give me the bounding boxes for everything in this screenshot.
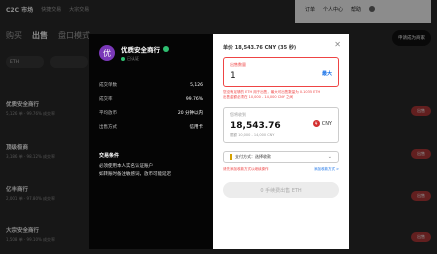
stat-label: 出售方式 [99,125,117,130]
terms-line: 必须使用本人实名认证账户 [99,164,153,169]
trade-terms: 交易条件 必须使用本人实名认证账户 如转账时备注敏感词，放币可能延迟 [99,152,203,177]
stat-value: 信用卡 [189,125,204,130]
sell-modal: 优 优质安全商行 已认证 成交单数 5,126 成交率 99.76% 平均放币 20 … [89,34,349,249]
currency: ¥ CNY [312,120,332,128]
merchant-stats: 成交单数 5,126 成交率 99.76% 平均放币 20 分钟以内 出售方式 信用卡 [99,78,203,134]
cny-icon: ¥ [312,120,320,128]
currency-label: CNY [321,120,332,127]
unit-price: 单价 18,543.76 CNY (35 秒) [223,45,297,51]
merchant-panel: 优 优质安全商行 已认证 成交单数 5,126 成交率 99.76% 平均放币 20 … [89,34,213,249]
check-icon [121,57,125,61]
payment-label: 支付方式：选择收款 [235,154,271,160]
submit-sell-button[interactable]: 0 手续费出售 ETH [223,182,339,199]
receive-field[interactable]: 您将收到 18,543.76 ¥ CNY 限额 10,000 - 14,000 … [223,107,339,144]
payment-marker-icon [230,154,232,161]
verified-icon [163,46,169,52]
stat-label: 平均放币 [99,111,117,116]
add-payment-link[interactable]: 添加收款方式 > [314,167,339,172]
merchant-header: 优 优质安全商行 已认证 [99,44,203,62]
stat-orders: 成交单数 5,126 [99,78,203,92]
chevron-down-icon: ⌄ [327,154,332,161]
avatar: 优 [99,45,115,61]
stat-method: 出售方式 信用卡 [99,120,203,134]
error-text: 您没有足够的 ETH 用于出售，最大可出售数量为 0.1035 ETH 出售金额… [223,90,321,99]
max-button[interactable]: 最大 [322,70,332,77]
sell-form: ✕ 单价 18,543.76 CNY (35 秒) 出售数量 1 最大 您没有足… [213,34,349,249]
terms-line: 如转账时备注敏感词，放币可能延迟 [99,172,171,177]
stat-value: 99.76% [185,96,203,102]
stat-value: 5,126 [190,82,203,88]
receive-label: 您将收到 [230,112,246,118]
sell-amount-label: 出售数量 [230,62,246,67]
limit-range: 限额 10,000 - 14,000 CNY [230,133,275,138]
sell-amount-value[interactable]: 1 [230,71,332,81]
merchant-subtitle: 已认证 [121,56,169,62]
stat-value: 20 分钟以内 [177,111,203,116]
stat-label: 成交单数 [99,83,117,88]
verified-label: 已认证 [127,56,139,61]
stat-completion: 成交率 99.76% [99,92,203,106]
close-icon[interactable]: ✕ [334,40,341,49]
stat-label: 成交率 [99,97,113,102]
merchant-name: 优质安全商行 [121,46,160,54]
payment-select[interactable]: 支付方式：选择收款 ⌄ [223,151,339,164]
stat-release-time: 平均放币 20 分钟以内 [99,106,203,120]
sell-amount-field[interactable]: 出售数量 1 最大 [223,57,339,87]
merchant-title: 优质安全商行 [121,44,169,54]
terms-title: 交易条件 [99,153,120,159]
warning-text: 请先添加收款方式以继续操作 [223,167,269,172]
payment-warning: 请先添加收款方式以继续操作 添加收款方式 > [223,167,339,172]
